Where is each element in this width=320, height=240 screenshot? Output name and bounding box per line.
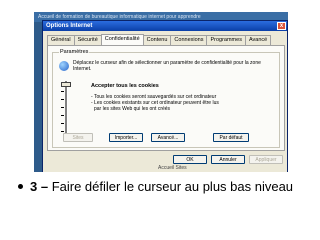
privacy-slider-track[interactable] <box>65 81 68 135</box>
dialog-titlebar: Options Internet x <box>43 21 287 31</box>
slider-tick <box>61 123 64 124</box>
ok-button[interactable]: OK <box>173 155 207 164</box>
settings-group-label: Paramètres <box>59 49 90 55</box>
default-button[interactable]: Par défaut <box>213 133 249 142</box>
slider-tick <box>61 91 64 92</box>
internet-options-dialog: Options Internet x Général Sécurité Conf… <box>42 20 288 172</box>
bullet-icon <box>18 184 23 189</box>
apply-button[interactable]: Appliquer <box>249 155 283 164</box>
tab-security[interactable]: Sécurité <box>73 35 102 45</box>
slider-tick <box>61 115 64 116</box>
screenshot: Accueil de formation de bureautique info… <box>34 12 288 172</box>
privacy-level-description: - Tous les cookies seront sauvegardés su… <box>91 94 271 112</box>
tab-programs[interactable]: Programmes <box>206 35 246 45</box>
level-desc-line: par les sites Web qui les ont créés <box>94 106 171 112</box>
caption-body: Faire défiler le curseur au plus bas niv… <box>48 179 294 194</box>
slider-tick <box>61 99 64 100</box>
caption-step: 3 – <box>30 179 49 194</box>
slider-tick <box>61 107 64 108</box>
instruction-caption: 3 – Faire défiler le curseur au plus bas… <box>18 178 308 195</box>
dialog-title: Options Internet <box>46 23 93 29</box>
cancel-button[interactable]: Annuler <box>211 155 245 164</box>
settings-description: Déplacez le curseur afin de sélectionner… <box>73 60 261 72</box>
tab-advanced[interactable]: Avancé <box>244 35 272 45</box>
tab-general[interactable]: Général <box>47 35 75 45</box>
privacy-level-title: Accepter tous les cookies <box>91 83 159 89</box>
tab-privacy[interactable]: Confidentialité <box>100 34 144 45</box>
sites-button[interactable]: Sites <box>63 133 93 142</box>
caption-text: 3 – Faire défiler le curseur au plus bas… <box>30 178 308 195</box>
slider-tick <box>61 131 64 132</box>
privacy-slider-thumb[interactable] <box>61 82 71 87</box>
globe-icon <box>59 61 69 71</box>
tab-content[interactable]: Contenu <box>142 35 172 45</box>
tab-bar: Général Sécurité Confidentialité Contenu… <box>47 34 272 45</box>
advanced-button[interactable]: Avancé... <box>151 133 185 142</box>
close-icon[interactable]: x <box>277 22 286 30</box>
background-overlay-text: Accueil Sites <box>158 165 187 171</box>
tab-connections[interactable]: Connexions <box>170 35 208 45</box>
import-button[interactable]: Importer... <box>109 133 143 142</box>
